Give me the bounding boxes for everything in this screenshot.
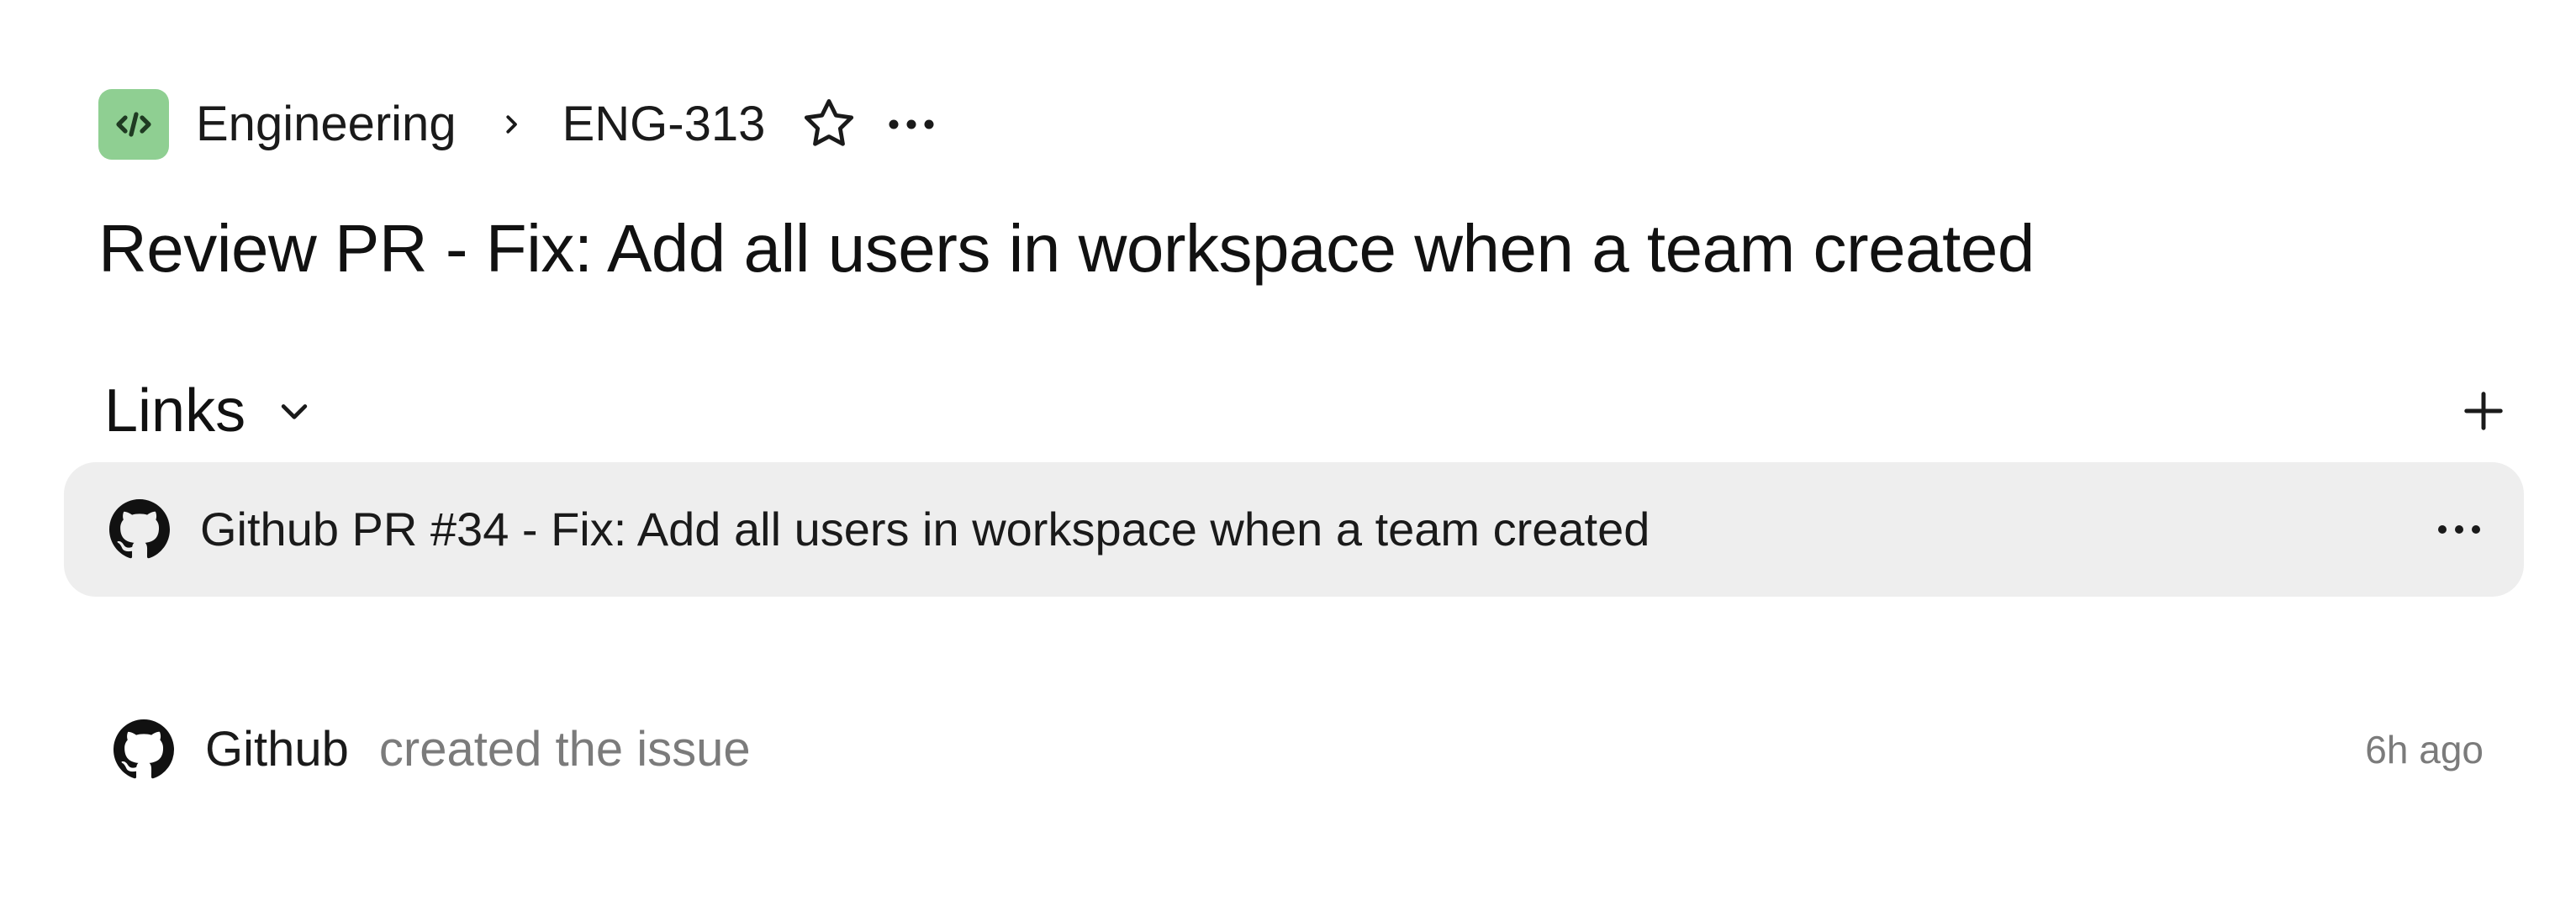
activity-actor[interactable]: Github xyxy=(205,725,349,774)
activity-action: created the issue xyxy=(378,722,751,777)
star-icon[interactable] xyxy=(797,92,861,156)
chevron-right-icon xyxy=(499,112,524,137)
breadcrumb-issue-id[interactable]: ENG-313 xyxy=(562,100,766,149)
github-icon xyxy=(113,719,175,781)
github-icon xyxy=(109,499,170,560)
links-section-header: Links xyxy=(104,373,2509,449)
link-title: Github PR #34 - Fix: Add all users in wo… xyxy=(200,503,1650,556)
team-code-icon[interactable] xyxy=(98,89,169,160)
breadcrumb: Engineering ENG-313 xyxy=(98,89,937,160)
add-link-button[interactable] xyxy=(2458,386,2509,436)
more-options-icon[interactable] xyxy=(886,108,937,141)
breadcrumb-team-link[interactable]: Engineering xyxy=(196,100,457,149)
link-more-options-icon[interactable] xyxy=(2430,513,2489,546)
links-section-label: Links xyxy=(104,377,246,445)
chevron-down-icon xyxy=(276,392,313,429)
links-toggle[interactable]: Links xyxy=(104,381,313,441)
activity-item: Github created the issue 6h ago xyxy=(113,716,2484,783)
activity-timestamp: 6h ago xyxy=(2365,728,2484,771)
link-item[interactable]: Github PR #34 - Fix: Add all users in wo… xyxy=(64,462,2524,597)
issue-title[interactable]: Review PR - Fix: Add all users in worksp… xyxy=(98,207,2035,291)
